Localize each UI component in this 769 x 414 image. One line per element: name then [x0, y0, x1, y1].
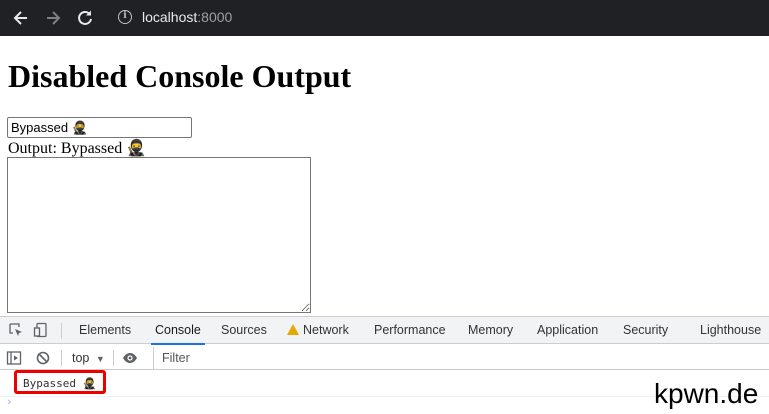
tab-separator	[61, 323, 62, 339]
arrow-right-icon	[47, 11, 61, 25]
output-label: Output: Bypassed 🥷	[8, 140, 147, 157]
console-message: Bypassed 🥷	[23, 377, 97, 390]
toolbar-separator	[61, 350, 62, 366]
context-value: top	[72, 351, 90, 365]
output-textarea[interactable]	[7, 157, 311, 313]
back-button[interactable]	[11, 8, 31, 28]
tab-sources[interactable]: Sources	[221, 317, 267, 344]
url-port: :8000	[197, 9, 233, 25]
tab-console[interactable]: Console	[151, 317, 205, 345]
page-title: Disabled Console Output	[8, 58, 352, 94]
console-toolbar: top ▼ Filter	[0, 346, 769, 370]
browser-toolbar: i localhost:8000	[0, 0, 769, 36]
tab-network-label: Network	[303, 323, 349, 337]
show-sidebar-icon[interactable]	[6, 350, 22, 366]
inspect-element-icon[interactable]	[8, 322, 24, 338]
tab-memory[interactable]: Memory	[468, 317, 513, 344]
devtools-tab-bar: Elements Console Sources Network Perform…	[0, 316, 769, 345]
context-selector[interactable]: top ▼	[72, 349, 105, 367]
text-input[interactable]	[7, 117, 192, 138]
arrow-left-icon	[13, 11, 27, 25]
tab-elements[interactable]: Elements	[79, 317, 131, 344]
console-filter-input[interactable]: Filter	[153, 347, 765, 369]
address-bar[interactable]: i localhost:8000	[108, 4, 758, 32]
info-icon[interactable]: i	[118, 10, 132, 24]
reload-icon	[78, 10, 92, 25]
reload-button[interactable]	[75, 8, 95, 28]
device-toolbar-icon[interactable]	[33, 322, 49, 338]
tab-security[interactable]: Security	[623, 317, 668, 344]
url-host: localhost	[142, 9, 198, 25]
clear-console-icon[interactable]	[35, 350, 51, 366]
dropdown-arrow-icon: ▼	[95, 354, 105, 364]
watermark: kpwn.de	[654, 378, 759, 409]
console-prompt-icon[interactable]: ›	[6, 395, 13, 408]
eye-icon[interactable]	[122, 350, 138, 366]
tab-network[interactable]: Network	[287, 317, 349, 344]
tab-performance[interactable]: Performance	[374, 317, 446, 344]
forward-button[interactable]	[43, 8, 63, 28]
tab-lighthouse[interactable]: Lighthouse	[700, 317, 761, 344]
url-text: localhost:8000	[142, 9, 232, 25]
warning-icon	[287, 324, 299, 335]
toolbar-separator	[113, 350, 114, 366]
tab-application[interactable]: Application	[537, 317, 598, 344]
